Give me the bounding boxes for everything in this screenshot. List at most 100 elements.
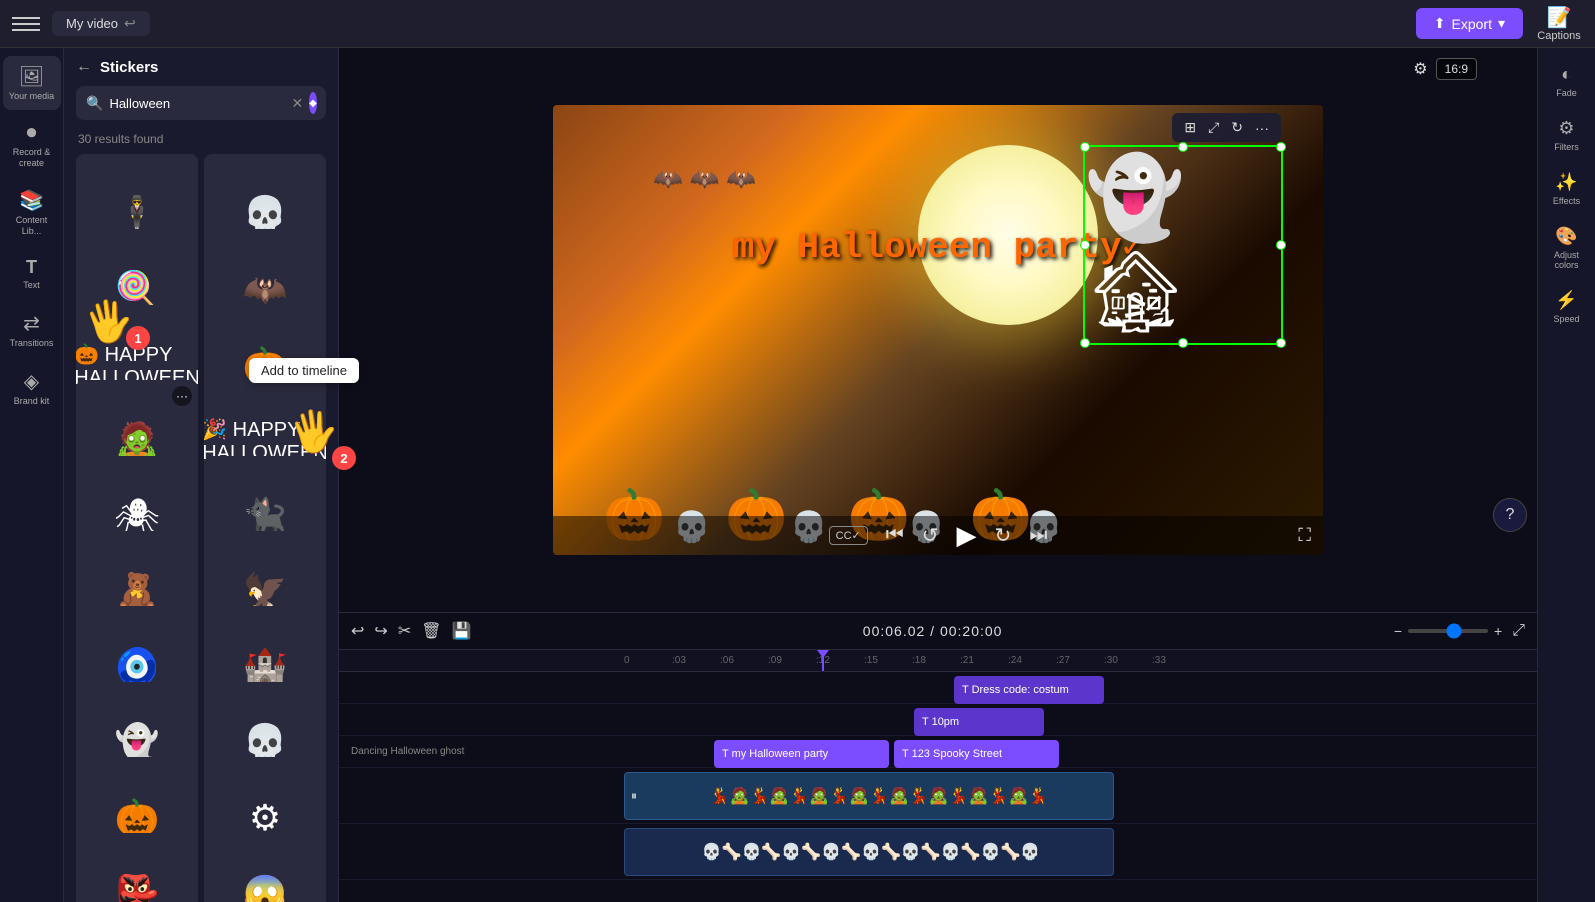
- resize-handle-br[interactable]: [1276, 338, 1286, 348]
- timeline-toolbar: ↩ ↪ ✂ 🗑 💾 00:06.02 / 00:20:00 − + ⤢: [339, 613, 1537, 650]
- element-crop-btn[interactable]: ⊞: [1180, 117, 1200, 138]
- sidebar-item-brand-kit[interactable]: ◈ Brand kit: [3, 361, 61, 415]
- effects-icon: ✨: [1555, 172, 1577, 193]
- zoom-in-button[interactable]: +: [1494, 623, 1502, 639]
- expand-timeline-button[interactable]: ⤢: [1512, 622, 1525, 640]
- topbar: My video ↩ ⬆ Export ▾ 📝 Captions: [0, 0, 1595, 48]
- video-tab-label: My video: [66, 16, 118, 31]
- help-button[interactable]: ?: [1493, 498, 1527, 532]
- search-icon: 🔍: [86, 95, 103, 112]
- element-rotate-btn[interactable]: ↻: [1227, 117, 1247, 138]
- rewind-button[interactable]: ↺: [922, 523, 939, 548]
- zoom-out-button[interactable]: −: [1394, 623, 1402, 639]
- right-sidebar-item-effects[interactable]: ✨ Effects: [1541, 164, 1593, 214]
- brand-kit-icon: ◈: [24, 369, 39, 394]
- track-content-video-1: ⏸ 💃🧟💃🧟💃🧟💃🧟💃🧟💃🧟💃🧟💃🧟💃: [624, 768, 1537, 823]
- playhead[interactable]: [822, 650, 824, 671]
- right-sidebar-item-adjust-colors[interactable]: 🎨 Adjust colors: [1541, 218, 1593, 278]
- right-sidebar-item-speed[interactable]: ⚡ Speed: [1541, 282, 1593, 332]
- speed-icon: ⚡: [1555, 290, 1577, 311]
- element-resize-btn[interactable]: ⤢: [1204, 117, 1223, 138]
- resize-handle-bm[interactable]: [1178, 338, 1188, 348]
- resize-handle-rm[interactable]: [1276, 240, 1286, 250]
- sticker-item-20[interactable]: 😱: [204, 833, 326, 902]
- main-content: 🖼 Your media ⏺ Record & create 📚 Content…: [0, 48, 1595, 902]
- panel-header: ← Stickers: [64, 48, 338, 86]
- results-label: 30 results found: [64, 128, 338, 154]
- export-icon: ⬆: [1434, 15, 1446, 32]
- delete-button[interactable]: 🗑: [421, 621, 441, 641]
- resize-handle-tm[interactable]: [1178, 142, 1188, 152]
- record-icon: ⏺: [27, 122, 37, 145]
- clip-text-label: T Dress code: costum: [962, 684, 1069, 696]
- export-button[interactable]: ⬆ Export ▾: [1416, 8, 1523, 39]
- right-sidebar-item-fade[interactable]: ◐ Fade: [1541, 56, 1593, 106]
- clip-video-secondary[interactable]: 💀🦴💀🦴💀🦴💀🦴💀🦴💀🦴💀🦴💀🦴💀: [624, 828, 1114, 876]
- track-row-text-mid: T 10pm: [339, 704, 1537, 736]
- right-sidebar-item-filters[interactable]: ⚙ Filters: [1541, 110, 1593, 160]
- stickers-grid: 🕴 💀 🍭 🦇 🎃 HAPPY HALLOWEEN 🎃 🧟 ··: [64, 154, 338, 902]
- resize-handle-tr[interactable]: [1276, 142, 1286, 152]
- sidebar-item-record[interactable]: ⏺ Record & create: [3, 114, 61, 177]
- video-preview: ⚙ 16:9 🦇 🦇 🦇 my Halloween party✓ ⊞: [339, 48, 1537, 612]
- zoom-slider[interactable]: [1408, 629, 1488, 633]
- export-chevron: ▾: [1498, 15, 1505, 32]
- hamburger-menu[interactable]: [12, 10, 40, 38]
- track-row-video-1: ⏸ 💃🧟💃🧟💃🧟💃🧟💃🧟💃🧟💃🧟💃🧟💃: [339, 768, 1537, 824]
- clip-halloween-party-title[interactable]: T my Halloween party: [714, 740, 889, 768]
- search-clear-button[interactable]: ✕: [291, 95, 303, 112]
- transitions-icon: ⇄: [23, 311, 40, 336]
- clip-video-main[interactable]: ⏸ 💃🧟💃🧟💃🧟💃🧟💃🧟💃🧟💃🧟💃🧟💃: [624, 772, 1114, 820]
- zoom-controls: − +: [1394, 623, 1502, 639]
- save-button[interactable]: 💾: [452, 621, 472, 641]
- sticker-more-btn[interactable]: ···: [172, 386, 192, 406]
- cut-button[interactable]: ✂: [398, 621, 411, 641]
- search-bar: 🔍 ✕ ◆: [76, 86, 326, 120]
- timeline-ruler: 0 :03 :06 :09 :12 :15 :18 :21 :24 :27 :3…: [339, 650, 1537, 672]
- resize-handle-tl[interactable]: [1080, 142, 1090, 152]
- pause-icon[interactable]: ⏸: [631, 789, 637, 804]
- premium-icon[interactable]: ◆: [309, 92, 317, 114]
- adjust-colors-icon: 🎨: [1555, 226, 1577, 247]
- video-frames-2: 💀🦴💀🦴💀🦴💀🦴💀🦴💀🦴💀🦴💀🦴💀: [702, 842, 1041, 862]
- cc-button[interactable]: CC✓: [829, 526, 868, 545]
- clip-spooky-street[interactable]: T 123 Spooky Street: [894, 740, 1059, 768]
- captions-button[interactable]: 📝 Captions: [1535, 5, 1583, 42]
- skip-back-button[interactable]: ⏮: [886, 524, 904, 547]
- resize-handle-bl[interactable]: [1080, 338, 1090, 348]
- sidebar-item-transitions[interactable]: ⇄ Transitions: [3, 303, 61, 357]
- settings-button[interactable]: ⚙: [1413, 59, 1427, 79]
- clip-10pm[interactable]: T 10pm: [914, 708, 1044, 736]
- video-background: 🦇 🦇 🦇 my Halloween party✓ ⊞ ⤢ ↻ ··· 👻🏚: [553, 105, 1323, 555]
- left-sidebar: 🖼 Your media ⏺ Record & create 📚 Content…: [0, 48, 64, 902]
- right-sidebar: ◐ Fade ⚙ Filters ✨ Effects 🎨 Adjust colo…: [1537, 48, 1595, 902]
- aspect-ratio-button[interactable]: 16:9: [1436, 58, 1477, 80]
- skip-forward-button[interactable]: ⏭: [1029, 524, 1047, 547]
- track-content-text-upper: T Dress code: costum: [624, 672, 1537, 703]
- sidebar-item-your-media[interactable]: 🖼 Your media: [3, 56, 61, 110]
- play-button[interactable]: ▶: [957, 520, 977, 551]
- element-more-btn[interactable]: ···: [1251, 117, 1273, 138]
- redo-button[interactable]: ↪: [374, 621, 387, 641]
- track-content-video-2: 💀🦴💀🦴💀🦴💀🦴💀🦴💀🦴💀🦴💀🦴💀: [624, 824, 1537, 879]
- timeline-tracks: T Dress code: costum T 10pm Danc: [339, 672, 1537, 902]
- clip-spooky-street-label: T 123 Spooky Street: [902, 748, 1002, 760]
- sticker-item-19[interactable]: 👺: [76, 833, 198, 902]
- back-button[interactable]: ←: [76, 58, 92, 76]
- search-input[interactable]: [109, 96, 285, 111]
- sidebar-item-text[interactable]: T Text: [3, 249, 61, 299]
- forward-button[interactable]: ↻: [995, 523, 1012, 548]
- time-display: 00:06.02 / 00:20:00: [481, 623, 1383, 639]
- ruler-track: 0 :03 :06 :09 :12 :15 :18 :21 :24 :27 :3…: [339, 655, 1200, 666]
- fade-icon: ◐: [1561, 64, 1572, 85]
- panel-title: Stickers: [100, 59, 158, 76]
- clip-dress-code[interactable]: T Dress code: costum: [954, 676, 1104, 704]
- track-row-video-2: 💀🦴💀🦴💀🦴💀🦴💀🦴💀🦴💀🦴💀🦴💀: [339, 824, 1537, 880]
- undo-button[interactable]: ↩: [351, 621, 364, 641]
- sidebar-item-content-lib[interactable]: 📚 Content Lib...: [3, 180, 61, 245]
- element-toolbar: ⊞ ⤢ ↻ ···: [1172, 113, 1281, 142]
- video-top-controls: ⚙ 16:9: [1413, 58, 1477, 80]
- bats-graphic: 🦇 🦇 🦇: [653, 165, 756, 194]
- video-tab[interactable]: My video ↩: [52, 11, 150, 36]
- fullscreen-button[interactable]: ⛶: [1298, 525, 1311, 546]
